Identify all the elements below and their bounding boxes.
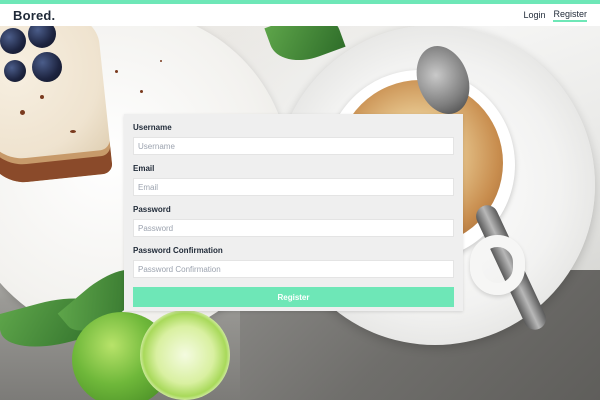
- navbar: Bored. Login Register: [0, 4, 600, 26]
- password-confirmation-label: Password Confirmation: [133, 246, 223, 255]
- password-input[interactable]: [133, 219, 454, 237]
- password-confirmation-input[interactable]: [133, 260, 454, 278]
- email-label: Email: [133, 164, 155, 173]
- username-label: Username: [133, 123, 172, 132]
- email-input[interactable]: [133, 178, 454, 196]
- register-form: Username Email Password Password Confirm…: [124, 114, 463, 311]
- password-label: Password: [133, 205, 171, 214]
- register-button[interactable]: Register: [133, 287, 454, 307]
- username-input[interactable]: [133, 137, 454, 155]
- brand-logo[interactable]: Bored.: [13, 8, 55, 23]
- nav-login-link[interactable]: Login: [523, 10, 545, 21]
- nav-register-link[interactable]: Register: [553, 9, 587, 22]
- nav-links: Login Register: [523, 9, 587, 22]
